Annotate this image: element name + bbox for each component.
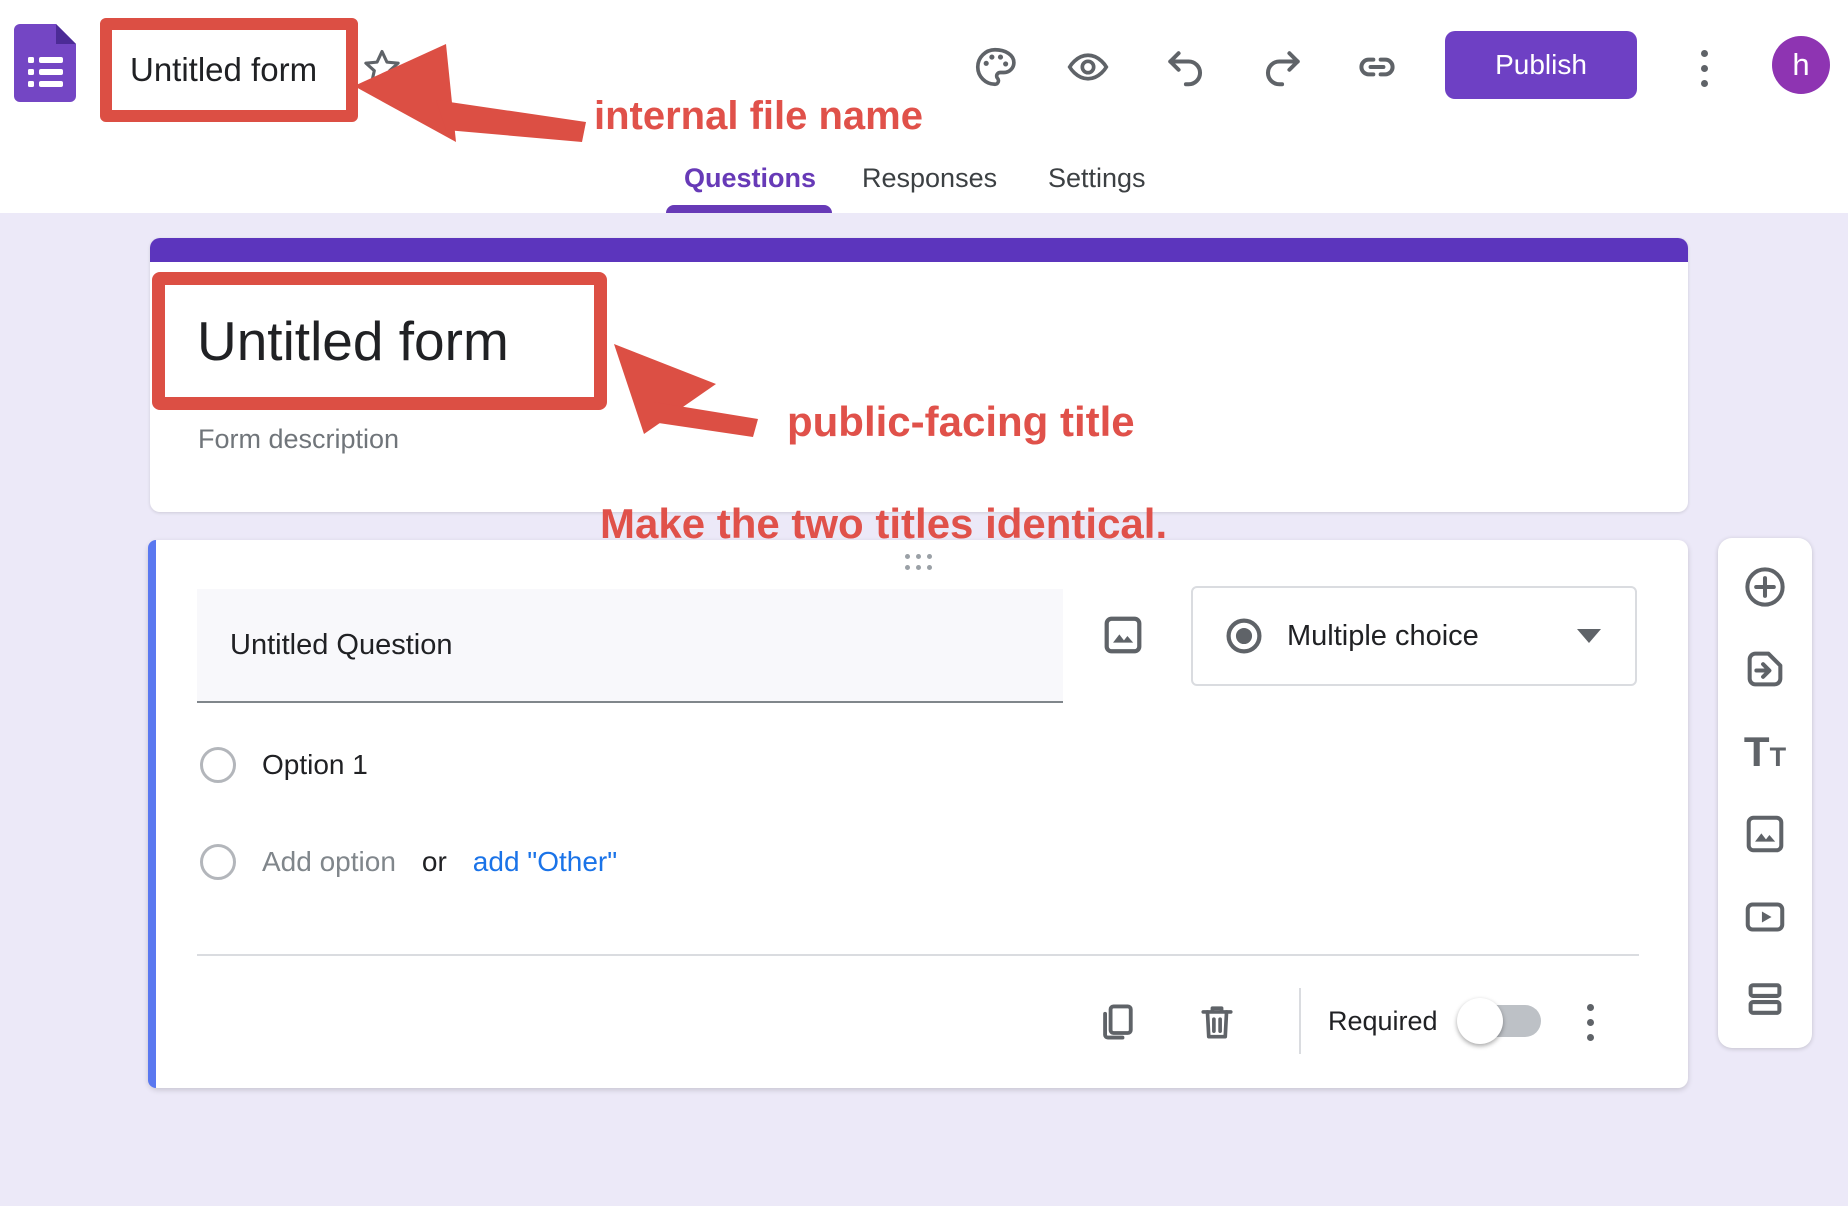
trash-icon: [1195, 1000, 1239, 1044]
google-forms-logo-icon: [14, 24, 76, 102]
question-type-label: Multiple choice: [1287, 620, 1479, 653]
add-video-button[interactable]: [1742, 894, 1788, 940]
option-1-field[interactable]: Option 1: [262, 749, 368, 781]
import-questions-icon: [1742, 646, 1788, 692]
tab-responses[interactable]: Responses: [862, 163, 997, 194]
add-title-description-button[interactable]: TT: [1742, 729, 1788, 775]
star-button[interactable]: [360, 46, 404, 90]
add-option-row: Add option or add "Other": [200, 844, 617, 880]
theme-color-bar: [150, 238, 1688, 262]
delete-question-button[interactable]: [1195, 1000, 1239, 1044]
section-icon: [1742, 976, 1788, 1022]
add-other-link[interactable]: add "Other": [473, 846, 617, 878]
import-questions-button[interactable]: [1742, 646, 1788, 692]
undo-button[interactable]: [1163, 45, 1207, 89]
redo-button[interactable]: [1261, 45, 1305, 89]
add-circle-icon: [1742, 564, 1788, 610]
question-title-input[interactable]: Untitled Question: [197, 589, 1063, 703]
avatar-letter: h: [1792, 47, 1809, 83]
or-text: or: [422, 846, 447, 878]
tab-questions[interactable]: Questions: [684, 163, 816, 194]
palette-icon: [973, 45, 1017, 89]
publish-button[interactable]: Publish: [1445, 31, 1637, 99]
tab-settings[interactable]: Settings: [1048, 163, 1146, 194]
annotation-public-facing-title: public-facing title: [787, 398, 1135, 446]
required-toggle[interactable]: [1465, 1005, 1541, 1037]
multiple-choice-radio-icon: [1223, 615, 1265, 657]
form-title-card: Untitled form Form description: [150, 238, 1688, 512]
add-section-button[interactable]: [1742, 976, 1788, 1022]
app-header: Untitled form: [0, 0, 1848, 213]
side-toolbar: TT: [1718, 538, 1812, 1048]
file-name-field[interactable]: Untitled form: [100, 18, 358, 122]
link-icon: [1355, 45, 1399, 89]
more-vert-icon: [1587, 1004, 1594, 1011]
form-editor-canvas: Untitled form Form description Untitled …: [0, 213, 1848, 1206]
file-name-text: Untitled form: [130, 51, 317, 89]
drag-handle-icon: [905, 554, 910, 559]
add-option-button[interactable]: Add option: [262, 846, 396, 878]
eye-icon: [1066, 45, 1110, 89]
more-vert-icon: [1701, 50, 1708, 57]
question-more-menu-button[interactable]: [1578, 996, 1602, 1048]
duplicate-question-button[interactable]: [1095, 1000, 1139, 1044]
image-icon: [1742, 811, 1788, 857]
account-avatar[interactable]: h: [1772, 36, 1830, 94]
footer-vertical-divider: [1299, 988, 1301, 1054]
selected-question-indicator: [148, 540, 156, 1088]
radio-circle-icon: [200, 747, 236, 783]
form-title-field[interactable]: Untitled form: [152, 272, 607, 410]
redo-icon: [1261, 45, 1305, 89]
add-image-button[interactable]: [1100, 612, 1146, 658]
theme-palette-button[interactable]: [973, 45, 1017, 89]
preview-button[interactable]: [1066, 45, 1110, 89]
drag-handle[interactable]: [905, 554, 932, 570]
add-question-button[interactable]: [1742, 564, 1788, 610]
required-label: Required: [1328, 1006, 1438, 1037]
question-card: Untitled Question Multiple choice Option…: [148, 540, 1688, 1088]
insert-image-button[interactable]: [1742, 811, 1788, 857]
question-type-dropdown[interactable]: Multiple choice: [1191, 586, 1637, 686]
text-title-icon: T: [1744, 729, 1770, 775]
duplicate-icon: [1095, 1000, 1139, 1044]
active-tab-indicator: [666, 205, 832, 213]
annotation-internal-file-name: internal file name: [594, 94, 923, 139]
header-more-menu-button[interactable]: [1694, 46, 1714, 90]
undo-icon: [1163, 45, 1207, 89]
option-row-1: Option 1: [200, 747, 368, 783]
form-description-field[interactable]: Form description: [198, 424, 399, 455]
toggle-knob-icon: [1457, 998, 1503, 1044]
star-icon: [360, 46, 404, 90]
publish-label: Publish: [1495, 49, 1587, 81]
card-footer-divider: [197, 954, 1639, 956]
form-title-text: Untitled form: [197, 309, 509, 373]
copy-link-button[interactable]: [1355, 45, 1399, 89]
radio-circle-icon: [200, 844, 236, 880]
image-icon: [1100, 612, 1146, 658]
video-icon: [1742, 894, 1788, 940]
annotation-make-titles-identical: Make the two titles identical.: [600, 500, 1167, 548]
dropdown-caret-icon: [1577, 629, 1601, 643]
question-title-text: Untitled Question: [230, 629, 452, 662]
